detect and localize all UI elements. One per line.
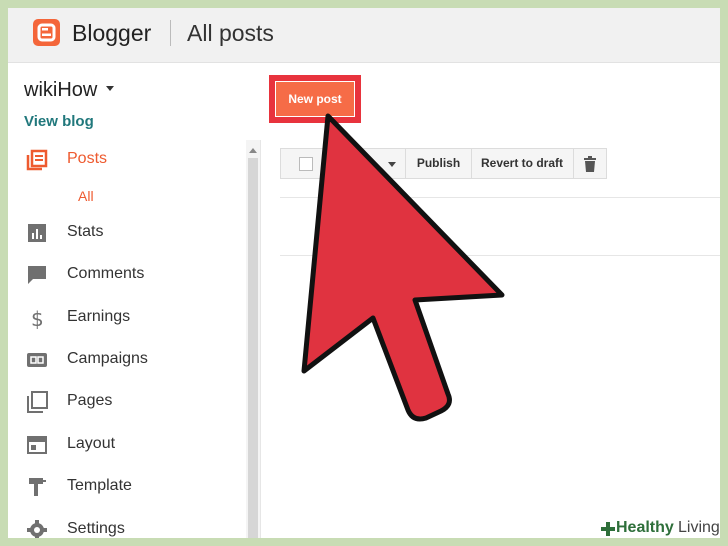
pages-icon [26, 391, 48, 413]
sidebar-scrollbar[interactable] [246, 140, 260, 538]
plus-cross-icon [601, 522, 615, 536]
sidebar-item-label: Template [67, 477, 132, 494]
scroll-thumb[interactable] [248, 158, 258, 538]
sidebar-item-stats[interactable]: Stats [8, 214, 243, 252]
publish-button[interactable]: Publish [406, 149, 471, 178]
svg-text:$: $ [31, 307, 44, 329]
scroll-up-arrow-icon[interactable] [249, 148, 257, 153]
chevron-down-icon[interactable] [106, 86, 114, 91]
content-divider [260, 140, 261, 538]
sidebar-item-layout[interactable]: Layout [8, 426, 243, 464]
sidebar-item-label: Comments [67, 265, 145, 282]
stats-icon [26, 222, 48, 244]
sidebar-item-earnings[interactable]: $ Earnings [8, 299, 243, 337]
sidebar-item-label: Settings [67, 520, 125, 537]
top-bar: Blogger All posts [8, 8, 720, 63]
sidebar-item-posts[interactable]: Posts [8, 141, 243, 179]
template-icon [26, 476, 48, 498]
posts-icon [26, 149, 48, 171]
header-divider [170, 20, 171, 46]
dollar-icon: $ [26, 307, 48, 331]
post-row-divider [280, 197, 720, 198]
post-row-divider [280, 255, 720, 256]
watermark-text-living: Living [678, 519, 720, 536]
select-all-checkbox[interactable] [299, 157, 313, 171]
sidebar-item-label: Stats [67, 223, 104, 240]
blogger-window: Blogger All posts wikiHow View blog Post… [8, 8, 720, 538]
sidebar-item-comments[interactable]: Comments [8, 256, 243, 294]
comments-icon [26, 264, 48, 286]
sidebar-item-label: Posts [67, 150, 108, 167]
ad-icon [26, 349, 48, 371]
gear-icon [26, 519, 48, 538]
sidebar-item-pages[interactable]: Pages [8, 383, 243, 421]
sidebar-item-template[interactable]: Template [8, 468, 243, 506]
sidebar-item-label: Campaigns [67, 350, 148, 367]
blog-selector[interactable]: wikiHow [24, 79, 97, 102]
view-blog-link[interactable]: View blog [24, 113, 94, 130]
blogger-logo-icon[interactable] [33, 19, 60, 46]
watermark-text-healthy: Healthy [616, 519, 674, 536]
label-dropdown-chevron-icon[interactable] [388, 162, 396, 167]
page-title: All posts [187, 20, 274, 46]
sidebar-item-settings[interactable]: Settings [8, 511, 243, 538]
sidebar-subitem-all[interactable]: All [78, 188, 94, 204]
revert-to-draft-button[interactable]: Revert to draft [472, 149, 572, 178]
sidebar-item-label: Layout [67, 435, 116, 452]
sidebar-item-label: Earnings [67, 308, 131, 325]
sidebar-item-label: Pages [67, 392, 113, 409]
new-post-button[interactable]: New post [275, 81, 355, 117]
toolbar-separator [573, 149, 574, 178]
app-name[interactable]: Blogger [72, 20, 151, 47]
posts-toolbar: Publish Revert to draft [280, 148, 607, 179]
healthy-living-watermark: Healthy Living [596, 519, 720, 538]
trash-icon[interactable] [583, 156, 597, 172]
sidebar-item-campaigns[interactable]: Campaigns [8, 341, 243, 379]
layout-icon [26, 434, 48, 456]
